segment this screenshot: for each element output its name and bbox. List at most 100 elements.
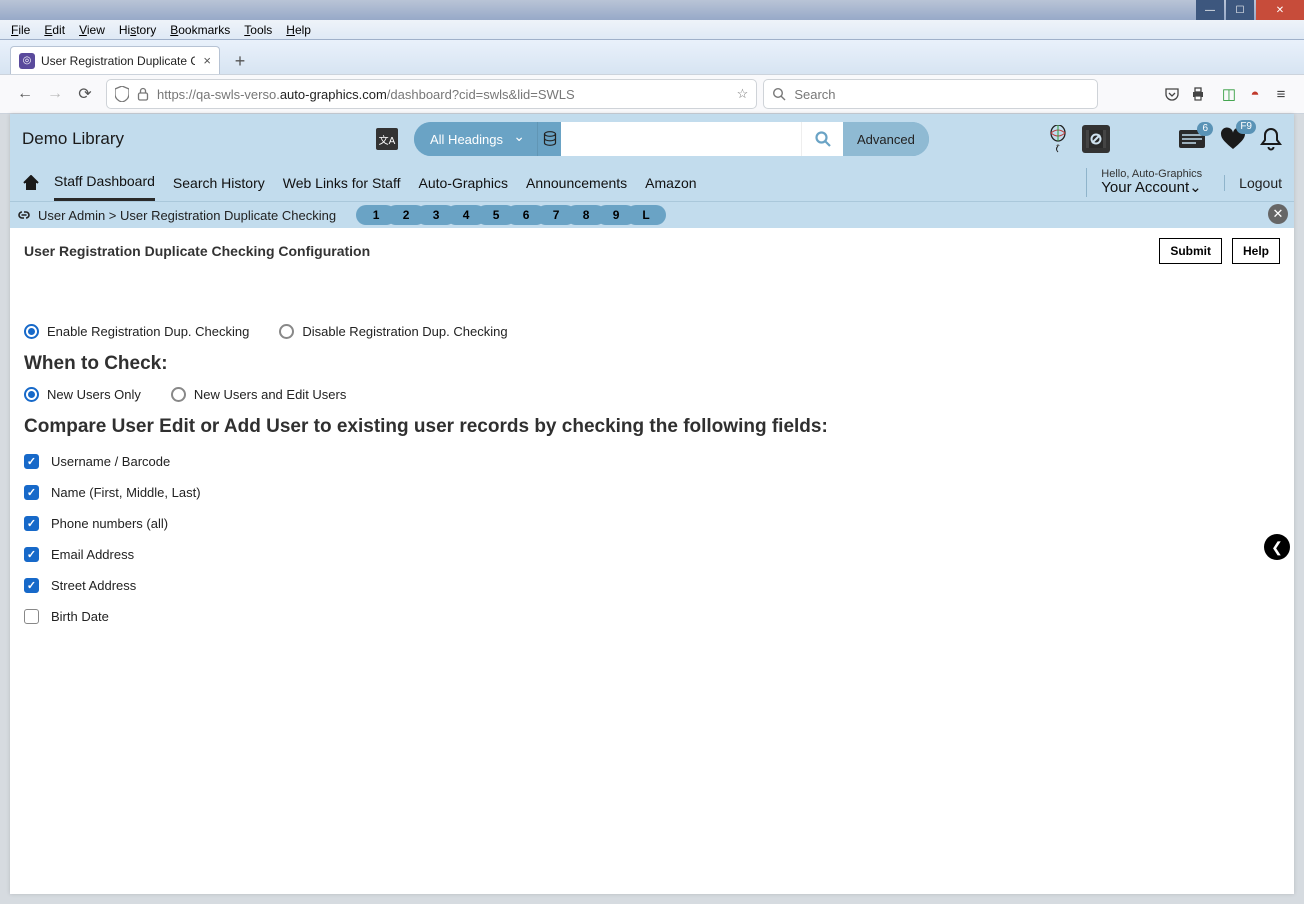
tab-close-icon[interactable]: ×	[203, 53, 211, 68]
submit-button[interactable]: Submit	[1159, 238, 1222, 264]
page-body: User Registration Duplicate Checking Con…	[10, 228, 1294, 660]
field-label: Street Address	[51, 578, 136, 593]
advanced-search-button[interactable]: Advanced	[843, 122, 929, 156]
nav-web-links[interactable]: Web Links for Staff	[283, 166, 401, 200]
browser-tab-active[interactable]: ◎ User Registration Duplicate Che ×	[10, 46, 220, 74]
language-icon[interactable]: 文A	[376, 128, 398, 150]
radio-new-and-edit[interactable]: New Users and Edit Users	[171, 387, 346, 402]
radio-enable[interactable]: Enable Registration Dup. Checking	[24, 324, 249, 339]
menu-edit[interactable]: Edit	[37, 22, 72, 38]
logout-link[interactable]: Logout	[1224, 175, 1282, 191]
window-close-button[interactable]: ✕	[1256, 0, 1304, 20]
balloon-icon[interactable]	[1048, 125, 1068, 153]
close-panel-icon[interactable]: ✕	[1268, 204, 1288, 224]
main-nav: Staff Dashboard Search History Web Links…	[10, 164, 1294, 202]
radio-new-and-edit-label: New Users and Edit Users	[194, 387, 346, 402]
compare-heading: Compare User Edit or Add User to existin…	[24, 416, 1280, 438]
page-title: User Registration Duplicate Checking Con…	[24, 243, 370, 259]
help-button[interactable]: Help	[1232, 238, 1280, 264]
nav-amazon[interactable]: Amazon	[645, 166, 696, 200]
lock-icon[interactable]	[137, 87, 149, 101]
page-heading-row: User Registration Duplicate Checking Con…	[24, 238, 1280, 264]
field-row[interactable]: Street Address	[24, 578, 1280, 593]
search-placeholder: Search	[794, 87, 835, 102]
window-maximize-button[interactable]: ☐	[1226, 0, 1254, 20]
nav-announcements[interactable]: Announcements	[526, 166, 627, 200]
url-bar[interactable]: https://qa-swls-verso.auto-graphics.com/…	[106, 79, 757, 109]
resources-icon[interactable]	[1082, 125, 1110, 153]
menu-view[interactable]: View	[72, 22, 112, 38]
pocket-icon[interactable]	[1164, 86, 1190, 102]
browser-search-bar[interactable]: Search	[763, 79, 1098, 109]
url-domain: auto-graphics.com	[280, 87, 387, 102]
catalog-search-input[interactable]	[561, 122, 801, 156]
field-label: Birth Date	[51, 609, 109, 624]
field-row[interactable]: Name (First, Middle, Last)	[24, 485, 1280, 500]
radio-new-only[interactable]: New Users Only	[24, 387, 141, 402]
menu-bookmarks[interactable]: Bookmarks	[163, 22, 237, 38]
expand-panel-icon[interactable]: ❮	[1264, 534, 1290, 560]
favorites-badge: F9	[1236, 120, 1256, 134]
home-icon[interactable]	[22, 175, 40, 191]
breadcrumb-strip: User Admin > User Registration Duplicate…	[10, 202, 1294, 228]
account-dropdown[interactable]: Hello, Auto-Graphics Your Account⌄	[1086, 168, 1202, 197]
new-tab-button[interactable]: +	[226, 48, 254, 74]
field-row[interactable]: Email Address	[24, 547, 1280, 562]
heading-select[interactable]: All Headings	[414, 122, 537, 156]
field-label: Name (First, Middle, Last)	[51, 485, 201, 500]
radio-disable-label: Disable Registration Dup. Checking	[302, 324, 507, 339]
menu-tools[interactable]: Tools	[237, 22, 279, 38]
field-checkbox-list: Username / Barcode Name (First, Middle, …	[24, 454, 1280, 624]
browser-navbar: ← → ⟳ https://qa-swls-verso.auto-graphic…	[0, 74, 1304, 114]
field-row[interactable]: Birth Date	[24, 609, 1280, 624]
checkbox-icon	[24, 454, 39, 469]
extension-red-icon[interactable]: ◓	[1242, 86, 1268, 103]
breadcrumb[interactable]: User Admin > User Registration Duplicate…	[38, 208, 336, 223]
card-badge: 6	[1197, 122, 1213, 136]
menu-history[interactable]: History	[112, 22, 163, 38]
radio-new-only-label: New Users Only	[47, 387, 141, 402]
window-minimize-button[interactable]: —	[1196, 0, 1224, 20]
menu-file[interactable]: File	[4, 22, 37, 38]
catalog-search-button[interactable]	[801, 122, 843, 156]
url-prefix: https://qa-swls-verso.	[157, 87, 280, 102]
database-icon[interactable]	[537, 122, 561, 156]
print-icon[interactable]	[1190, 86, 1216, 102]
field-row[interactable]: Username / Barcode	[24, 454, 1280, 469]
nav-reload-button[interactable]: ⟳	[70, 84, 100, 104]
search-icon	[772, 87, 786, 101]
radio-icon	[24, 387, 39, 402]
page-last[interactable]: L	[626, 205, 666, 225]
field-label: Username / Barcode	[51, 454, 170, 469]
nav-staff-dashboard[interactable]: Staff Dashboard	[54, 164, 155, 201]
nav-search-history[interactable]: Search History	[173, 166, 265, 200]
bookmark-star-icon[interactable]: ☆	[737, 86, 749, 102]
app-menu-icon[interactable]: ≡	[1268, 86, 1294, 103]
favorites-icon[interactable]: F9	[1220, 127, 1246, 151]
radio-icon	[171, 387, 186, 402]
header-right-icons: 6 F9	[1048, 125, 1282, 153]
checkbox-icon	[24, 485, 39, 500]
url-path: /dashboard?cid=swls&lid=SWLS	[387, 87, 575, 102]
window-titlebar: — ☐ ✕	[0, 0, 1304, 20]
radio-disable[interactable]: Disable Registration Dup. Checking	[279, 324, 507, 339]
tracking-shield-icon[interactable]	[115, 86, 129, 102]
card-icon[interactable]: 6	[1178, 129, 1206, 149]
link-icon	[16, 208, 32, 222]
field-row[interactable]: Phone numbers (all)	[24, 516, 1280, 531]
radio-icon	[279, 324, 294, 339]
checkbox-icon	[24, 609, 39, 624]
nav-forward-button[interactable]: →	[40, 85, 70, 103]
checkbox-icon	[24, 578, 39, 593]
menu-help[interactable]: Help	[279, 22, 318, 38]
library-name: Demo Library	[22, 129, 124, 149]
tab-title: User Registration Duplicate Che	[41, 54, 195, 68]
tab-favicon-icon: ◎	[19, 53, 35, 69]
account-label: Your Account⌄	[1101, 180, 1202, 197]
notifications-icon[interactable]	[1260, 127, 1282, 151]
extension-green-icon[interactable]: ◫	[1216, 85, 1242, 103]
nav-back-button[interactable]: ←	[10, 85, 40, 103]
pager: 1 2 3 4 5 6 7 8 9 L	[356, 205, 666, 225]
when-to-check-heading: When to Check:	[24, 353, 1280, 375]
nav-auto-graphics[interactable]: Auto-Graphics	[419, 166, 508, 200]
